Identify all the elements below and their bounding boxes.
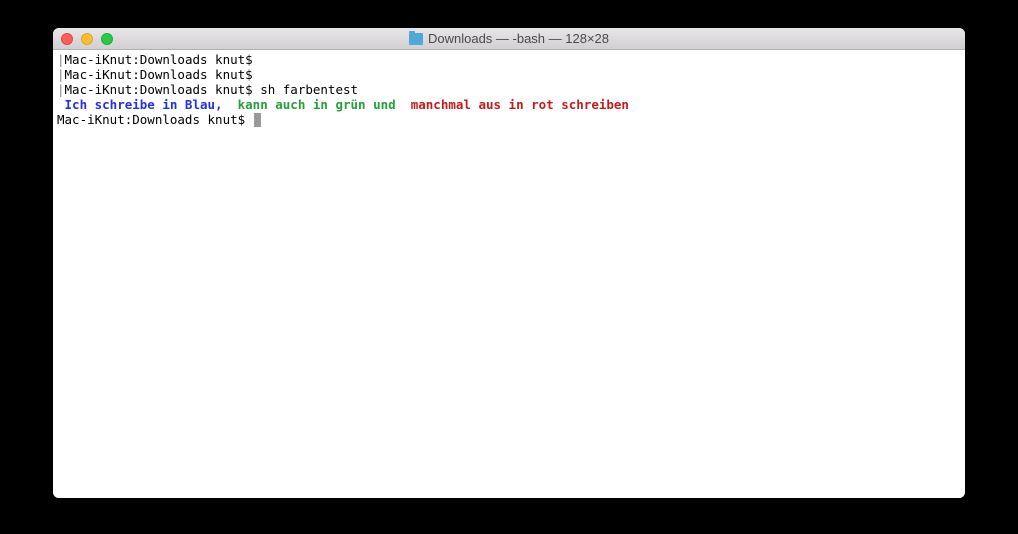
minimize-button[interactable] [81, 33, 93, 45]
terminal-output: Ich schreibe in Blau, kann auch in grün … [57, 97, 961, 112]
window-title-text: Downloads — -bash — 128×28 [428, 31, 609, 46]
pipe-char: | [57, 52, 65, 67]
pipe-char: | [57, 67, 65, 82]
terminal-content[interactable]: |Mac-iKnut:Downloads knut$ |Mac-iKnut:Do… [53, 50, 965, 498]
cursor [254, 113, 261, 127]
red-text: manchmal aus in rot schreiben [411, 97, 629, 112]
prompt: Mac-iKnut:Downloads knut$ [65, 52, 261, 67]
blue-text: Ich schreibe in Blau, [57, 97, 238, 112]
prompt: Mac-iKnut:Downloads knut$ [57, 112, 253, 127]
terminal-line: Mac-iKnut:Downloads knut$ [57, 112, 961, 127]
titlebar[interactable]: Downloads — -bash — 128×28 [53, 28, 965, 50]
terminal-line: |Mac-iKnut:Downloads knut$ sh farbentest [57, 82, 961, 97]
folder-icon [409, 33, 423, 45]
prompt: Mac-iKnut:Downloads knut$ [65, 67, 261, 82]
terminal-line: |Mac-iKnut:Downloads knut$ [57, 52, 961, 67]
command: sh farbentest [260, 82, 358, 97]
prompt: Mac-iKnut:Downloads knut$ [65, 82, 261, 97]
zoom-button[interactable] [101, 33, 113, 45]
close-button[interactable] [61, 33, 73, 45]
window-title: Downloads — -bash — 128×28 [61, 31, 957, 46]
pipe-char: | [57, 82, 65, 97]
green-text: kann auch in grün und [238, 97, 411, 112]
terminal-line: |Mac-iKnut:Downloads knut$ [57, 67, 961, 82]
terminal-window: Downloads — -bash — 128×28 |Mac-iKnut:Do… [53, 28, 965, 498]
traffic-lights [61, 33, 113, 45]
